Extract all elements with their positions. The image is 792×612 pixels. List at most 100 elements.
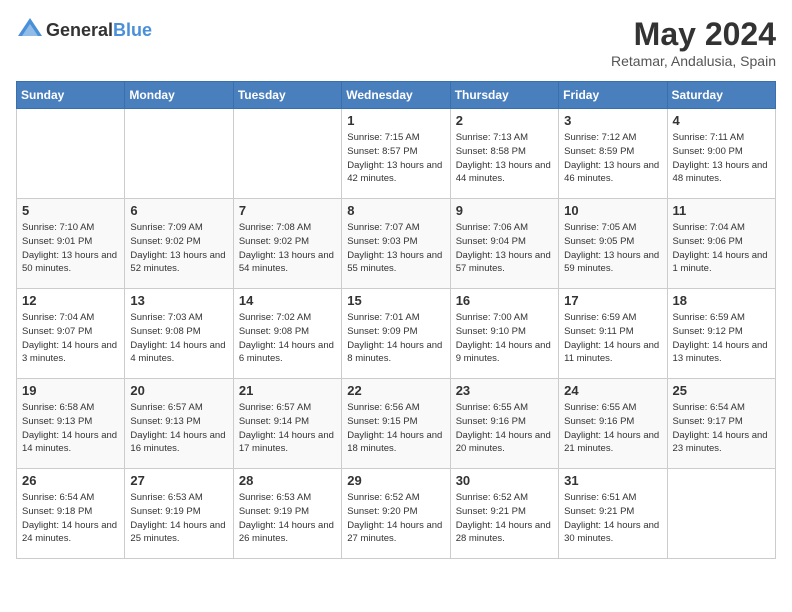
cell-info: Sunrise: 7:09 AM Sunset: 9:02 PM Dayligh… bbox=[130, 221, 227, 276]
cell-info: Sunrise: 6:54 AM Sunset: 9:18 PM Dayligh… bbox=[22, 491, 119, 546]
calendar-cell: 4 Sunrise: 7:11 AM Sunset: 9:00 PM Daylig… bbox=[667, 109, 775, 199]
weekday-header-sunday: Sunday bbox=[17, 82, 125, 109]
day-number: 16 bbox=[456, 293, 553, 308]
day-number: 27 bbox=[130, 473, 227, 488]
cell-info: Sunrise: 7:04 AM Sunset: 9:06 PM Dayligh… bbox=[673, 221, 770, 276]
calendar-week-5: 26 Sunrise: 6:54 AM Sunset: 9:18 PM Dayli… bbox=[17, 469, 776, 559]
calendar-week-3: 12 Sunrise: 7:04 AM Sunset: 9:07 PM Dayli… bbox=[17, 289, 776, 379]
day-number: 6 bbox=[130, 203, 227, 218]
calendar-week-2: 5 Sunrise: 7:10 AM Sunset: 9:01 PM Daylig… bbox=[17, 199, 776, 289]
calendar-cell: 3 Sunrise: 7:12 AM Sunset: 8:59 PM Daylig… bbox=[559, 109, 667, 199]
cell-info: Sunrise: 7:12 AM Sunset: 8:59 PM Dayligh… bbox=[564, 131, 661, 186]
calendar-cell: 7 Sunrise: 7:08 AM Sunset: 9:02 PM Daylig… bbox=[233, 199, 341, 289]
cell-info: Sunrise: 6:58 AM Sunset: 9:13 PM Dayligh… bbox=[22, 401, 119, 456]
day-number: 17 bbox=[564, 293, 661, 308]
cell-info: Sunrise: 6:57 AM Sunset: 9:14 PM Dayligh… bbox=[239, 401, 336, 456]
calendar-cell: 14 Sunrise: 7:02 AM Sunset: 9:08 PM Dayli… bbox=[233, 289, 341, 379]
cell-info: Sunrise: 6:52 AM Sunset: 9:21 PM Dayligh… bbox=[456, 491, 553, 546]
calendar-cell: 18Sunrise: 6:59 AM Sunset: 9:12 PM Dayli… bbox=[667, 289, 775, 379]
day-number: 11 bbox=[673, 203, 770, 218]
calendar-cell: 24Sunrise: 6:55 AM Sunset: 9:16 PM Dayli… bbox=[559, 379, 667, 469]
day-number: 21 bbox=[239, 383, 336, 398]
weekday-header-tuesday: Tuesday bbox=[233, 82, 341, 109]
calendar-week-4: 19Sunrise: 6:58 AM Sunset: 9:13 PM Dayli… bbox=[17, 379, 776, 469]
calendar-cell: 29 Sunrise: 6:52 AM Sunset: 9:20 PM Dayli… bbox=[342, 469, 450, 559]
cell-info: Sunrise: 6:53 AM Sunset: 9:19 PM Dayligh… bbox=[239, 491, 336, 546]
calendar-cell bbox=[233, 109, 341, 199]
cell-info: Sunrise: 6:55 AM Sunset: 9:16 PM Dayligh… bbox=[456, 401, 553, 456]
calendar-cell: 17 Sunrise: 6:59 AM Sunset: 9:11 PM Dayli… bbox=[559, 289, 667, 379]
weekday-header-thursday: Thursday bbox=[450, 82, 558, 109]
day-number: 14 bbox=[239, 293, 336, 308]
cell-info: Sunrise: 7:06 AM Sunset: 9:04 PM Dayligh… bbox=[456, 221, 553, 276]
day-number: 29 bbox=[347, 473, 444, 488]
day-number: 23 bbox=[456, 383, 553, 398]
cell-info: Sunrise: 6:57 AM Sunset: 9:13 PM Dayligh… bbox=[130, 401, 227, 456]
calendar-cell: 30Sunrise: 6:52 AM Sunset: 9:21 PM Dayli… bbox=[450, 469, 558, 559]
cell-info: Sunrise: 7:11 AM Sunset: 9:00 PM Dayligh… bbox=[673, 131, 770, 186]
calendar-cell: 10Sunrise: 7:05 AM Sunset: 9:05 PM Dayli… bbox=[559, 199, 667, 289]
day-number: 20 bbox=[130, 383, 227, 398]
calendar-cell: 26 Sunrise: 6:54 AM Sunset: 9:18 PM Dayli… bbox=[17, 469, 125, 559]
cell-info: Sunrise: 7:10 AM Sunset: 9:01 PM Dayligh… bbox=[22, 221, 119, 276]
calendar-cell bbox=[667, 469, 775, 559]
calendar-cell: 13 Sunrise: 7:03 AM Sunset: 9:08 PM Dayli… bbox=[125, 289, 233, 379]
calendar-week-1: 1 Sunrise: 7:15 AM Sunset: 8:57 PM Daylig… bbox=[17, 109, 776, 199]
calendar-cell: 8 Sunrise: 7:07 AM Sunset: 9:03 PM Daylig… bbox=[342, 199, 450, 289]
cell-info: Sunrise: 7:08 AM Sunset: 9:02 PM Dayligh… bbox=[239, 221, 336, 276]
calendar-cell: 23 Sunrise: 6:55 AM Sunset: 9:16 PM Dayli… bbox=[450, 379, 558, 469]
logo-icon bbox=[16, 16, 44, 44]
logo: GeneralBlue bbox=[16, 16, 152, 44]
calendar-cell: 27 Sunrise: 6:53 AM Sunset: 9:19 PM Dayli… bbox=[125, 469, 233, 559]
day-number: 1 bbox=[347, 113, 444, 128]
calendar-cell: 15Sunrise: 7:01 AM Sunset: 9:09 PM Dayli… bbox=[342, 289, 450, 379]
day-number: 3 bbox=[564, 113, 661, 128]
title-area: May 2024 Retamar, Andalusia, Spain bbox=[611, 16, 776, 69]
location-title: Retamar, Andalusia, Spain bbox=[611, 53, 776, 69]
cell-info: Sunrise: 7:02 AM Sunset: 9:08 PM Dayligh… bbox=[239, 311, 336, 366]
cell-info: Sunrise: 6:56 AM Sunset: 9:15 PM Dayligh… bbox=[347, 401, 444, 456]
day-number: 5 bbox=[22, 203, 119, 218]
cell-info: Sunrise: 7:04 AM Sunset: 9:07 PM Dayligh… bbox=[22, 311, 119, 366]
calendar-cell: 12 Sunrise: 7:04 AM Sunset: 9:07 PM Dayli… bbox=[17, 289, 125, 379]
calendar-cell: 1 Sunrise: 7:15 AM Sunset: 8:57 PM Daylig… bbox=[342, 109, 450, 199]
day-number: 31 bbox=[564, 473, 661, 488]
calendar-cell: 20 Sunrise: 6:57 AM Sunset: 9:13 PM Dayli… bbox=[125, 379, 233, 469]
day-number: 18 bbox=[673, 293, 770, 308]
cell-info: Sunrise: 7:03 AM Sunset: 9:08 PM Dayligh… bbox=[130, 311, 227, 366]
calendar-cell: 25 Sunrise: 6:54 AM Sunset: 9:17 PM Dayli… bbox=[667, 379, 775, 469]
day-number: 9 bbox=[456, 203, 553, 218]
cell-info: Sunrise: 6:52 AM Sunset: 9:20 PM Dayligh… bbox=[347, 491, 444, 546]
day-number: 2 bbox=[456, 113, 553, 128]
weekday-header-friday: Friday bbox=[559, 82, 667, 109]
calendar-cell: 2Sunrise: 7:13 AM Sunset: 8:58 PM Daylig… bbox=[450, 109, 558, 199]
day-number: 28 bbox=[239, 473, 336, 488]
day-number: 22 bbox=[347, 383, 444, 398]
cell-info: Sunrise: 7:05 AM Sunset: 9:05 PM Dayligh… bbox=[564, 221, 661, 276]
month-title: May 2024 bbox=[611, 16, 776, 53]
day-number: 13 bbox=[130, 293, 227, 308]
calendar-cell: 6 Sunrise: 7:09 AM Sunset: 9:02 PM Daylig… bbox=[125, 199, 233, 289]
calendar-cell: 21 Sunrise: 6:57 AM Sunset: 9:14 PM Dayli… bbox=[233, 379, 341, 469]
day-number: 12 bbox=[22, 293, 119, 308]
cell-info: Sunrise: 6:59 AM Sunset: 9:11 PM Dayligh… bbox=[564, 311, 661, 366]
cell-info: Sunrise: 7:15 AM Sunset: 8:57 PM Dayligh… bbox=[347, 131, 444, 186]
weekday-header-row: SundayMondayTuesdayWednesdayThursdayFrid… bbox=[17, 82, 776, 109]
day-number: 26 bbox=[22, 473, 119, 488]
cell-info: Sunrise: 6:55 AM Sunset: 9:16 PM Dayligh… bbox=[564, 401, 661, 456]
cell-info: Sunrise: 7:07 AM Sunset: 9:03 PM Dayligh… bbox=[347, 221, 444, 276]
calendar-cell: 31Sunrise: 6:51 AM Sunset: 9:21 PM Dayli… bbox=[559, 469, 667, 559]
calendar-cell: 19Sunrise: 6:58 AM Sunset: 9:13 PM Dayli… bbox=[17, 379, 125, 469]
weekday-header-saturday: Saturday bbox=[667, 82, 775, 109]
calendar-cell: 16Sunrise: 7:00 AM Sunset: 9:10 PM Dayli… bbox=[450, 289, 558, 379]
calendar-cell: 5 Sunrise: 7:10 AM Sunset: 9:01 PM Daylig… bbox=[17, 199, 125, 289]
day-number: 25 bbox=[673, 383, 770, 398]
calendar-cell: 28 Sunrise: 6:53 AM Sunset: 9:19 PM Dayli… bbox=[233, 469, 341, 559]
weekday-header-wednesday: Wednesday bbox=[342, 82, 450, 109]
day-number: 7 bbox=[239, 203, 336, 218]
day-number: 8 bbox=[347, 203, 444, 218]
header: GeneralBlue May 2024 Retamar, Andalusia,… bbox=[16, 16, 776, 69]
cell-info: Sunrise: 6:53 AM Sunset: 9:19 PM Dayligh… bbox=[130, 491, 227, 546]
day-number: 4 bbox=[673, 113, 770, 128]
cell-info: Sunrise: 6:54 AM Sunset: 9:17 PM Dayligh… bbox=[673, 401, 770, 456]
